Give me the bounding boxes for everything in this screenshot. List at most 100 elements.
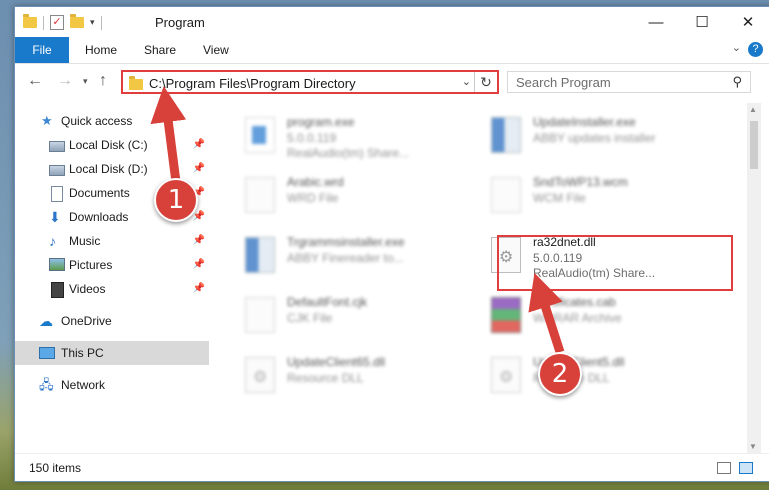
toolbar-divider: [100, 15, 102, 30]
step-one-badge: 1: [154, 178, 198, 222]
folder-icon: [23, 14, 37, 28]
properties-icon[interactable]: ✓: [50, 15, 64, 30]
file-detail: 5.0.0.119: [287, 131, 337, 145]
sidebar-item-this-pc[interactable]: This PC: [15, 341, 209, 365]
archive-icon: [491, 297, 521, 333]
sidebar-item-label: Music: [69, 234, 101, 248]
file-item[interactable]: UpdateClient5.dll Resource DLL: [485, 351, 725, 405]
installer-icon: [245, 237, 275, 273]
sidebar-item-videos[interactable]: Videos 📌: [15, 277, 209, 301]
sidebar-item-music[interactable]: ♪ Music 📌: [15, 229, 209, 253]
page-icon: [245, 297, 275, 333]
file-item[interactable]: SndToWP13.wcm WCM File: [485, 171, 725, 225]
scroll-thumb[interactable]: [750, 121, 758, 169]
tab-share[interactable]: Share: [144, 37, 176, 63]
file-detail: ABBY updates installer: [533, 131, 656, 145]
file-detail: WRD File: [287, 191, 339, 205]
search-box[interactable]: Search Program ⚲: [507, 71, 751, 93]
pin-icon[interactable]: 📌: [193, 157, 205, 181]
title-bar: ✓ ▾ Program — ☐ ✕: [15, 7, 769, 37]
address-bar[interactable]: C:\Program Files\Program Directory ⌄ ↻: [121, 70, 499, 94]
minimize-button[interactable]: —: [633, 7, 679, 37]
file-item[interactable]: UpdateInstaller.exe ABBY updates install…: [485, 111, 725, 165]
file-detail: RealAudio(tm) Share...: [287, 146, 410, 160]
maximize-button[interactable]: ☐: [679, 7, 725, 37]
file-item[interactable]: UpdateClient65.dll Resource DLL: [239, 351, 479, 405]
sidebar-item-network[interactable]: 🖧 Network: [15, 373, 209, 397]
pin-icon[interactable]: 📌: [193, 133, 205, 157]
vertical-scrollbar[interactable]: ▲ ▼: [747, 103, 761, 453]
sidebar-item-quick-access[interactable]: ★ Quick access: [15, 109, 209, 133]
item-count: 150 items: [29, 461, 82, 475]
pin-icon[interactable]: 📌: [193, 277, 205, 301]
network-icon: 🖧: [39, 377, 54, 392]
toolbar-divider: [43, 15, 44, 30]
customize-toolbar-icon[interactable]: ▾: [90, 17, 95, 28]
page-icon: [491, 177, 521, 213]
recent-locations-icon[interactable]: ▾: [83, 76, 88, 87]
sidebar-item-label: Network: [61, 378, 106, 392]
scroll-down-icon[interactable]: ▼: [749, 442, 757, 451]
sidebar-item-local-disk-c[interactable]: Local Disk (C:) 📌: [15, 133, 209, 157]
up-arrow-icon[interactable]: ↑: [99, 72, 107, 90]
file-name: Certificates.cab: [533, 295, 616, 309]
tab-home[interactable]: Home: [85, 37, 117, 63]
step-two-badge: 2: [538, 352, 582, 396]
videos-icon: [51, 282, 64, 298]
sidebar-item-onedrive[interactable]: ☁ OneDrive: [15, 309, 209, 333]
disk-icon: [49, 165, 65, 176]
computer-icon: [39, 347, 55, 359]
file-detail: ABBY Finereader to...: [287, 251, 404, 265]
tab-view[interactable]: View: [203, 37, 229, 63]
file-detail: WinRAR Archive: [533, 311, 622, 325]
file-item[interactable]: Trgrammsinstaller.exe ABBY Finereader to…: [239, 231, 479, 285]
search-placeholder[interactable]: Search Program: [516, 75, 611, 90]
navigation-bar: ← → ▾ ↑ C:\Program Files\Program Directo…: [15, 64, 769, 100]
address-dropdown-icon[interactable]: ⌄: [462, 75, 471, 88]
sidebar-item-label: Downloads: [69, 210, 129, 224]
folder-icon: [129, 76, 143, 90]
file-name: UpdateInstaller.exe: [533, 115, 636, 129]
file-name: SndToWP13.wcm: [533, 175, 628, 189]
scroll-up-icon[interactable]: ▲: [749, 105, 757, 114]
refresh-icon[interactable]: ↻: [474, 72, 497, 92]
sidebar-item-label: This PC: [61, 346, 104, 360]
dll-icon: [491, 357, 521, 393]
search-icon[interactable]: ⚲: [732, 74, 742, 90]
window-controls: — ☐ ✕: [633, 7, 769, 37]
window-title: Program: [155, 15, 205, 30]
details-view-icon[interactable]: [717, 462, 731, 474]
tab-file[interactable]: File: [15, 37, 69, 63]
download-icon: ⬇: [49, 209, 61, 225]
music-icon: ♪: [49, 233, 56, 249]
tiles-view-icon[interactable]: [739, 462, 753, 474]
disk-icon: [49, 141, 65, 152]
sidebar-item-label: Local Disk (C:): [69, 138, 148, 152]
dll-icon: [245, 357, 275, 393]
quick-access-toolbar: ✓ ▾: [23, 14, 102, 30]
expand-ribbon-icon[interactable]: ⌄: [732, 41, 741, 54]
file-item[interactable]: Certificates.cab WinRAR Archive: [485, 291, 725, 345]
navigation-pane: ★ Quick access Local Disk (C:) 📌 Local D…: [15, 103, 211, 453]
sidebar-item-label: OneDrive: [61, 314, 112, 328]
close-button[interactable]: ✕: [725, 7, 769, 37]
page-icon: [245, 177, 275, 213]
back-arrow-icon[interactable]: ←: [27, 72, 43, 90]
file-item[interactable]: Arabic.wrd WRD File: [239, 171, 479, 225]
file-name: Trgrammsinstaller.exe: [287, 235, 405, 249]
sidebar-item-pictures[interactable]: Pictures 📌: [15, 253, 209, 277]
explorer-window: ✓ ▾ Program — ☐ ✕ File Home Share View ⌄…: [14, 6, 769, 482]
ribbon-tabs: File Home Share View ⌄ ?: [15, 37, 769, 64]
file-detail: WCM File: [533, 191, 586, 205]
file-item[interactable]: DefaultFont.cjk CJK File: [239, 291, 479, 345]
help-icon[interactable]: ?: [748, 42, 763, 57]
pin-icon[interactable]: 📌: [193, 229, 205, 253]
sidebar-item-label: Quick access: [61, 114, 133, 128]
forward-arrow-icon[interactable]: →: [57, 72, 73, 90]
address-path[interactable]: C:\Program Files\Program Directory: [149, 76, 356, 91]
file-item[interactable]: program.exe 5.0.0.119 RealAudio(tm) Shar…: [239, 111, 479, 165]
new-folder-icon[interactable]: [70, 14, 84, 28]
pin-icon[interactable]: 📌: [193, 253, 205, 277]
status-bar: 150 items: [15, 453, 769, 482]
installer-icon: [491, 117, 521, 153]
